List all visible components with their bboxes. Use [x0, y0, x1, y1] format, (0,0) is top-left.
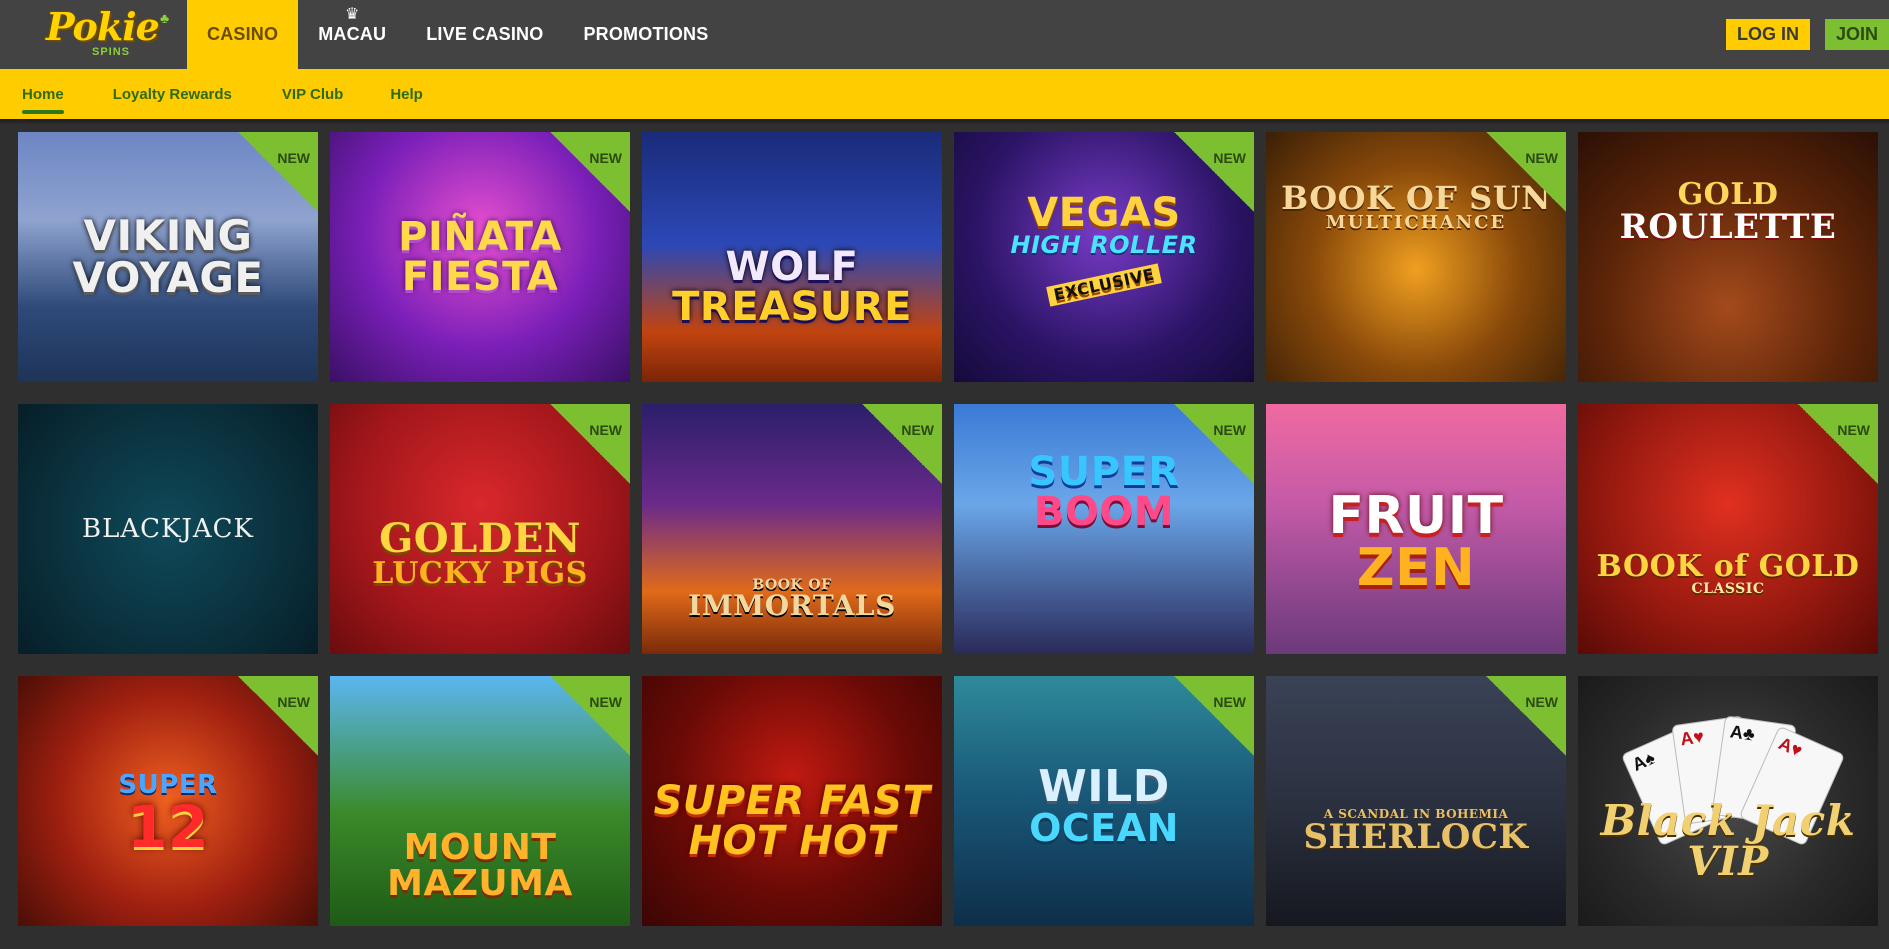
game-tile-wild-ocean[interactable]: WILD OCEAN NEW: [954, 676, 1254, 926]
game-title: WOLF TREASURE: [672, 244, 912, 330]
nav-live-casino-label: LIVE CASINO: [426, 24, 544, 44]
subnav-loyalty-rewards[interactable]: Loyalty Rewards: [113, 69, 232, 119]
clover-icon: ♣: [160, 10, 170, 26]
new-badge: NEW: [1798, 404, 1878, 484]
game-title: A SCANDAL IN BOHEMIA SHERLOCK: [1303, 807, 1529, 857]
games-grid: VIKING VOYAGE NEW PIÑATA FIESTA NEW WOLF…: [18, 132, 1878, 926]
new-badge: NEW: [1486, 676, 1566, 756]
main-nav: CASINO ♛ MACAU LIVE CASINO PROMOTIONS: [187, 0, 728, 69]
game-title: VIKING VOYAGE: [72, 211, 264, 302]
nav-live-casino[interactable]: LIVE CASINO: [406, 0, 563, 69]
nav-casino-label: CASINO: [207, 24, 279, 44]
login-button[interactable]: LOG IN: [1725, 19, 1810, 50]
game-tile-super-12[interactable]: SUPER 12 NEW: [18, 676, 318, 926]
game-title: SUPER FAST HOT HOT: [653, 778, 931, 864]
crown-icon: ♛: [344, 6, 360, 23]
new-badge: NEW: [1174, 132, 1254, 212]
game-tile-blackjack-vip[interactable]: A♠ A♥ A♣ A♥ Black Jack VIP: [1578, 676, 1878, 926]
game-tile-fruit-zen[interactable]: FRUIT ZEN: [1266, 404, 1566, 654]
game-tile-super-fast-hot-hot[interactable]: SUPER FAST HOT HOT: [642, 676, 942, 926]
nav-macau[interactable]: ♛ MACAU: [298, 0, 406, 69]
game-title: BOOK of GOLD CLASSIC: [1596, 549, 1860, 597]
game-title: BOOK OF IMMORTALS: [688, 577, 896, 622]
exclusive-tag: EXCLUSIVE: [1045, 262, 1163, 307]
nav-promotions-label: PROMOTIONS: [583, 24, 709, 44]
nav-casino[interactable]: CASINO: [187, 0, 299, 69]
top-navigation-bar: Pokie SPINS ♣ CASINO ♛ MACAU LIVE CASINO…: [0, 0, 1889, 69]
join-button[interactable]: JOIN: [1824, 19, 1889, 50]
new-badge: NEW: [862, 404, 942, 484]
new-badge: NEW: [238, 132, 318, 212]
subnav-home[interactable]: Home: [22, 69, 64, 119]
game-tile-viking-voyage[interactable]: VIKING VOYAGE NEW: [18, 132, 318, 382]
game-tile-sherlock[interactable]: A SCANDAL IN BOHEMIA SHERLOCK NEW: [1266, 676, 1566, 926]
game-title: SUPER 12: [118, 769, 218, 861]
game-tile-wolf-treasure[interactable]: WOLF TREASURE: [642, 132, 942, 382]
game-title: FRUIT ZEN: [1328, 485, 1504, 598]
game-tile-super-boom[interactable]: SUPER BOOM NEW: [954, 404, 1254, 654]
nav-promotions[interactable]: PROMOTIONS: [563, 0, 728, 69]
logo-sub: SPINS: [92, 46, 131, 58]
auth-buttons: LOG IN JOIN: [1725, 19, 1889, 50]
game-title: WILD OCEAN: [1029, 761, 1179, 850]
new-badge: NEW: [550, 404, 630, 484]
game-title: MOUNT MAZUMA: [387, 827, 573, 904]
game-tile-gold-roulette[interactable]: GOLD ROULETTE: [1578, 132, 1878, 382]
subnav-vip-club[interactable]: VIP Club: [282, 69, 343, 119]
logo-word: Pokie: [46, 4, 160, 49]
sub-nav: Home Loyalty Rewards VIP Club Help: [0, 69, 423, 119]
pokie-spins-logo[interactable]: Pokie SPINS ♣: [42, 4, 169, 60]
game-title: BLACKJACK: [82, 514, 254, 544]
game-tile-book-of-immortals[interactable]: BOOK OF IMMORTALS NEW: [642, 404, 942, 654]
new-badge: NEW: [1174, 404, 1254, 484]
game-tile-mount-mazuma[interactable]: MOUNT MAZUMA NEW: [330, 676, 630, 926]
game-tile-book-of-sun-multichance[interactable]: BOOK OF SUN MULTICHANCE NEW: [1266, 132, 1566, 382]
game-title: PIÑATA FIESTA: [398, 214, 562, 300]
nav-macau-label: MACAU: [318, 24, 387, 44]
game-tile-golden-lucky-pigs[interactable]: GOLDEN LUCKY PIGS NEW: [330, 404, 630, 654]
game-tile-book-of-gold-classic[interactable]: BOOK of GOLD CLASSIC NEW: [1578, 404, 1878, 654]
new-badge: NEW: [238, 676, 318, 756]
game-tile-pinata-fiesta[interactable]: PIÑATA FIESTA NEW: [330, 132, 630, 382]
new-badge: NEW: [1174, 676, 1254, 756]
divider: [0, 119, 1889, 125]
new-badge: NEW: [550, 676, 630, 756]
game-title: GOLD ROULETTE: [1619, 177, 1837, 247]
subnav-help[interactable]: Help: [390, 69, 423, 119]
game-tile-vegas-high-roller[interactable]: VEGAS HIGH ROLLER EXCLUSIVE NEW: [954, 132, 1254, 382]
game-title: GOLDEN LUCKY PIGS: [372, 515, 588, 591]
new-badge: NEW: [1486, 132, 1566, 212]
new-badge: NEW: [550, 132, 630, 212]
secondary-navigation-bar: Home Loyalty Rewards VIP Club Help: [0, 69, 1889, 119]
game-tile-blackjack[interactable]: BLACKJACK: [18, 404, 318, 654]
game-title: Black Jack VIP: [1600, 796, 1856, 885]
